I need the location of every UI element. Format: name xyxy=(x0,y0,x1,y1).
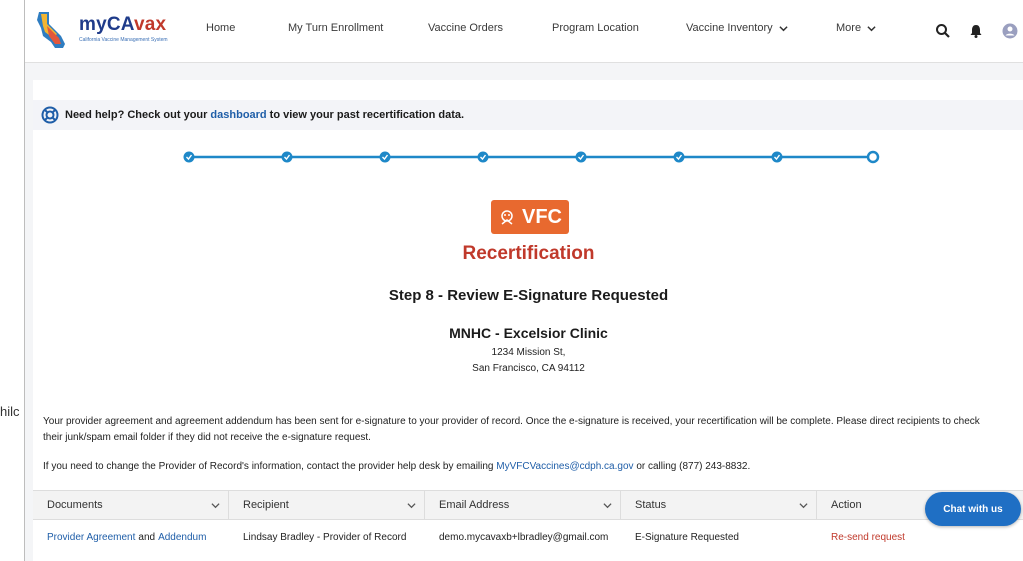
nav-program-location[interactable]: Program Location xyxy=(552,22,639,34)
column-header-status[interactable]: Status xyxy=(621,491,817,519)
step-title: Step 8 - Review E-Signature Requested xyxy=(388,287,669,304)
chevron-down-icon xyxy=(603,502,612,508)
chat-button-label: Chat with us xyxy=(943,503,1003,515)
chevron-down-icon xyxy=(779,25,788,31)
contact-message: If you need to change the Provider of Re… xyxy=(43,459,1018,475)
step-8-current xyxy=(866,150,880,164)
logo-title-part-b: vax xyxy=(134,14,167,35)
nav-vaccine-inventory[interactable]: Vaccine Inventory xyxy=(686,22,788,34)
clinic-address-line2: San Francisco, CA 94112 xyxy=(472,363,585,374)
esignature-message: Your provider agreement and agreement ad… xyxy=(43,414,1018,446)
progress-stepper xyxy=(183,150,880,164)
nav-program-location-label: Program Location xyxy=(552,22,639,34)
step-2-complete xyxy=(281,151,293,163)
clinic-name: MNHC - Excelsior Clinic xyxy=(449,325,608,341)
vfc-logo: VFC xyxy=(491,200,569,234)
step-3-complete xyxy=(379,151,391,163)
column-header-label: Action xyxy=(831,499,862,511)
step-4-complete xyxy=(477,151,489,163)
esignature-message-line1: Your provider agreement and agreement ad… xyxy=(43,416,980,427)
nav-my-turn-label: My Turn Enrollment xyxy=(288,22,384,34)
recertification-panel: Need help? Check out your dashboard to v… xyxy=(33,80,1023,561)
dashboard-link[interactable]: dashboard xyxy=(210,109,266,121)
chevron-down-icon xyxy=(799,502,808,508)
contact-prefix: If you need to change the Provider of Re… xyxy=(43,461,494,472)
recipient-cell: Lindsay Bradley - Provider of Record xyxy=(243,531,407,543)
contact-suffix: or calling (877) 243-8832. xyxy=(636,461,751,472)
esignature-table: Documents Recipient Email Address Status… xyxy=(33,490,1023,554)
table-row: Provider Agreement and Addendum Lindsay … xyxy=(33,520,1023,554)
resend-request-link[interactable]: Re-send request xyxy=(831,532,905,543)
chevron-down-icon xyxy=(867,25,876,31)
email-cell: demo.mycavaxb+lbradley@gmail.com xyxy=(439,531,609,543)
column-header-label: Documents xyxy=(47,499,103,511)
top-nav-bar: myCAvax California Vaccine Management Sy… xyxy=(25,0,1023,63)
background-text-fragment: hilc xyxy=(0,404,20,419)
nav-vaccine-orders-label: Vaccine Orders xyxy=(428,22,503,34)
chat-with-us-button[interactable]: Chat with us xyxy=(925,492,1021,526)
documents-and-text: and xyxy=(138,531,156,543)
california-map-icon xyxy=(37,12,65,48)
nav-home[interactable]: Home xyxy=(206,22,235,34)
nav-vaccine-inventory-label: Vaccine Inventory xyxy=(686,22,773,34)
clinic-address-line1: 1234 Mission St, xyxy=(491,347,566,358)
step-6-complete xyxy=(673,151,685,163)
vfc-mascot-icon xyxy=(501,210,513,225)
nav-vaccine-orders[interactable]: Vaccine Orders xyxy=(428,22,503,34)
mycavax-logo[interactable]: myCAvax California Vaccine Management Sy… xyxy=(35,10,185,52)
recertification-title: Recertification xyxy=(462,243,595,264)
status-cell: E-Signature Requested xyxy=(635,531,739,543)
provider-agreement-link[interactable]: Provider Agreement xyxy=(47,532,135,543)
documents-cell: Provider Agreement and Addendum xyxy=(33,520,229,554)
logo-title: myCAvax xyxy=(79,14,166,36)
logo-title-part-a: myCA xyxy=(79,14,134,35)
help-text-suffix: to view your past recertification data. xyxy=(269,109,465,121)
column-header-email[interactable]: Email Address xyxy=(425,491,621,519)
chevron-down-icon xyxy=(407,502,416,508)
step-7-complete xyxy=(771,151,783,163)
helpdesk-email-link[interactable]: MyVFCVaccines@cdph.ca.gov xyxy=(496,461,633,472)
table-header: Documents Recipient Email Address Status… xyxy=(33,490,1023,520)
column-header-label: Status xyxy=(635,499,667,511)
app-window: myCAvax California Vaccine Management Sy… xyxy=(24,0,1023,561)
user-avatar-icon[interactable] xyxy=(1002,23,1018,39)
column-header-recipient[interactable]: Recipient xyxy=(229,491,425,519)
search-icon[interactable] xyxy=(935,23,951,39)
lifebuoy-icon xyxy=(41,106,59,124)
esignature-message-line2: their junk/spam email folder if they did… xyxy=(43,432,371,443)
logo-subtitle: California Vaccine Management System xyxy=(79,37,168,43)
addendum-link[interactable]: Addendum xyxy=(158,532,206,543)
nav-more-label: More xyxy=(836,22,862,34)
column-header-label: Email Address xyxy=(439,499,510,511)
step-1-complete xyxy=(183,151,195,163)
column-header-documents[interactable]: Documents xyxy=(33,491,229,519)
help-banner: Need help? Check out your dashboard to v… xyxy=(33,100,1023,130)
chevron-down-icon xyxy=(211,502,220,508)
bell-icon[interactable] xyxy=(968,23,984,39)
step-5-complete xyxy=(575,151,587,163)
nav-home-label: Home xyxy=(206,22,236,34)
column-header-label: Recipient xyxy=(243,499,289,511)
help-text-prefix: Need help? Check out your xyxy=(65,109,208,121)
nav-my-turn-enrollment[interactable]: My Turn Enrollment xyxy=(288,22,383,34)
vfc-label: VFC xyxy=(522,205,562,228)
nav-more[interactable]: More xyxy=(836,22,876,34)
